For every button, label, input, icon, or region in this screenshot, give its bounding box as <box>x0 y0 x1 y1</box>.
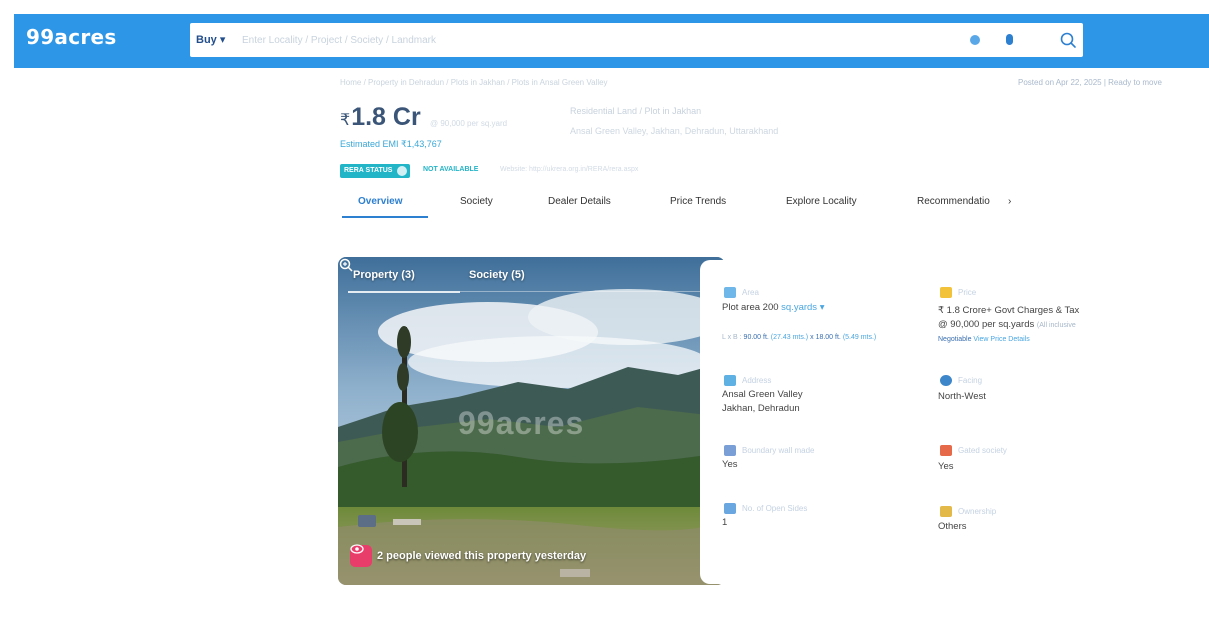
gated-label: Gated society <box>958 446 1007 455</box>
area-label: Area <box>742 288 759 297</box>
property-details-panel: Area Plot area 200 sq.yards ▾ L x B : 90… <box>700 260 1209 584</box>
tab-society[interactable]: Society <box>460 196 493 207</box>
ownership-label: Ownership <box>958 507 997 516</box>
posted-date: Posted on Apr 22, 2025 | Ready to move <box>1018 78 1162 87</box>
price-icon <box>940 287 952 298</box>
area-icon <box>724 287 736 298</box>
tab-explore-locality[interactable]: Explore Locality <box>786 196 857 207</box>
property-address: Ansal Green Valley, Jakhan, Dehradun, Ut… <box>570 126 779 136</box>
area-unit-dropdown[interactable]: sq.yards ▾ <box>781 302 824 313</box>
price-label: Price <box>958 288 977 297</box>
search-input[interactable] <box>242 31 942 49</box>
mic-icon[interactable] <box>1006 34 1013 45</box>
eye-icon <box>350 544 372 567</box>
address-label: Address <box>742 376 772 385</box>
tab-dealer-details[interactable]: Dealer Details <box>548 196 611 207</box>
address-line2: Jakhan, Dehradun <box>722 403 800 414</box>
wall-icon <box>724 445 736 456</box>
photo-tab-divider <box>460 291 700 292</box>
price-heading: ₹1.8 Cr <box>340 103 421 131</box>
ownership-value: Others <box>938 521 967 532</box>
zoom-icon[interactable] <box>338 257 354 273</box>
tab-society-photos[interactable]: Society (5) <box>469 269 525 281</box>
active-tab-indicator <box>342 216 428 218</box>
search-icon[interactable] <box>1059 31 1077 49</box>
address-line1: Ansal Green Valley <box>722 389 803 400</box>
boundary-label: Boundary wall made <box>742 446 815 455</box>
price-per-unit: @ 90,000 per sq.yard <box>430 119 508 128</box>
top-navigation-bar: 99acres Buy ▾ <box>14 14 1209 68</box>
views-text: 2 people viewed this property yesterday <box>377 550 587 562</box>
ownership-icon <box>940 506 952 517</box>
tab-property-photos[interactable]: Property (3) <box>353 269 415 281</box>
facing-label: Facing <box>958 376 983 385</box>
tab-price-trends[interactable]: Price Trends <box>670 196 726 207</box>
watermark-text: 99acres <box>458 405 585 441</box>
open-sides-label: No. of Open Sides <box>742 504 808 513</box>
views-banner: 2 people viewed this property yesterday <box>350 544 586 568</box>
breadcrumb[interactable]: Home / Property in Dehradun / Plots in J… <box>340 78 608 87</box>
section-tabs: Overview Society Dealer Details Price Tr… <box>340 196 1060 220</box>
boundary-value: Yes <box>722 459 738 470</box>
price-rate: @ 90,000 per sq.yards (All inclusive <box>938 319 1076 330</box>
info-icon[interactable] <box>397 166 408 176</box>
tab-overview[interactable]: Overview <box>358 196 402 207</box>
search-bar: Buy ▾ <box>190 23 1083 57</box>
compass-icon <box>940 375 952 386</box>
active-photo-tab-indicator <box>348 291 460 293</box>
area-value: Plot area 200 sq.yards ▾ <box>722 302 825 313</box>
property-title: Residential Land / Plot in Jakhan <box>570 106 702 116</box>
property-photo[interactable]: 99acres Property (3) Society (5) 2 peopl… <box>338 257 725 585</box>
open-sides-icon <box>724 503 736 514</box>
gated-value: Yes <box>938 461 954 472</box>
search-mode-dropdown[interactable]: Buy ▾ <box>196 33 225 46</box>
facing-value: North-West <box>938 391 986 402</box>
rera-value: NOT AVAILABLE <box>423 166 479 173</box>
rera-website[interactable]: Website: http://ukrera.org.in/RERA/rera.… <box>500 166 638 173</box>
price-value: ₹ 1.8 Crore+ Govt Charges & Tax <box>938 305 1080 316</box>
price-negotiable: Negotiable View Price Details <box>938 336 1030 343</box>
site-logo[interactable]: 99acres <box>26 25 117 49</box>
plot-dimensions: L x B : 90.00 ft. (27.43 mts.) x 18.00 f… <box>722 334 877 341</box>
tab-recommendations[interactable]: Recommendatio <box>917 196 990 207</box>
chevron-right-icon[interactable]: › <box>1008 196 1011 207</box>
location-icon[interactable] <box>970 35 980 45</box>
rera-status-badge: RERA STATUS <box>340 164 411 178</box>
open-sides-value: 1 <box>722 517 728 528</box>
view-price-details-link[interactable]: View Price Details <box>973 336 1029 343</box>
gate-icon <box>940 445 952 456</box>
address-icon <box>724 375 736 386</box>
emi-link[interactable]: Estimated EMI ₹1,43,767 <box>340 139 442 150</box>
